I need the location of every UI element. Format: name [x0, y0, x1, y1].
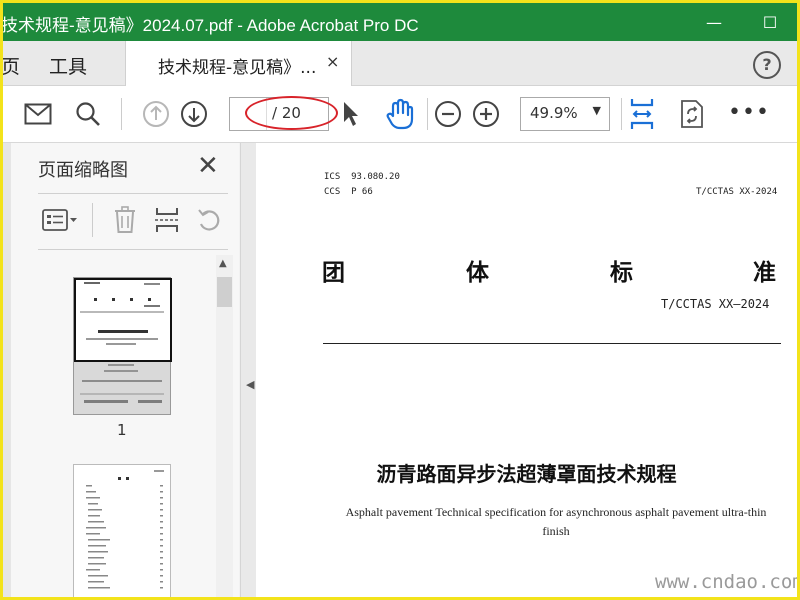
zoom-select[interactable]: 49.9% ▼ [520, 97, 610, 131]
panel-divider [38, 249, 228, 250]
document-tab[interactable]: 技术规程-意见稿》... × [125, 41, 352, 86]
zoom-out-icon[interactable] [433, 99, 463, 129]
minimize-button[interactable]: — [691, 3, 737, 41]
undo-icon[interactable] [195, 205, 223, 235]
panel-title: 页面缩略图 [38, 160, 128, 181]
thumbnail-options-icon[interactable] [41, 205, 79, 235]
chevron-down-icon: ▼ [592, 104, 601, 117]
fit-width-icon[interactable] [627, 96, 657, 132]
header-rule [323, 343, 781, 344]
thumbnail-page-label: 1 [117, 421, 127, 439]
page-thumbnail-2[interactable] [73, 464, 171, 597]
more-icon[interactable]: ••• [728, 100, 770, 125]
extract-pages-icon[interactable] [153, 205, 181, 235]
search-icon[interactable] [73, 99, 103, 129]
close-panel-icon[interactable]: ✕ [197, 151, 219, 181]
heading-char: 准 [753, 260, 776, 286]
ics-code: ICS 93.080.20 [324, 172, 400, 182]
zoom-value: 49.9% [530, 104, 578, 122]
app-window: 技术规程-意见稿》2024.07.pdf - Adobe Acrobat Pro… [0, 0, 800, 600]
heading-char: 体 [466, 260, 489, 286]
prev-page-icon[interactable] [141, 99, 171, 129]
panel-divider [38, 193, 228, 194]
tab-tools[interactable]: 工具 [49, 52, 87, 79]
scroll-up-icon[interactable]: ▲ [219, 258, 227, 269]
delete-icon[interactable] [111, 205, 139, 235]
toolbar-separator [427, 98, 428, 130]
thumbnail-viewport-box[interactable] [74, 278, 172, 362]
hand-tool-icon[interactable] [383, 96, 417, 132]
toolbar: / 20 49.9% ▼ ••• [3, 86, 797, 143]
select-cursor-icon[interactable] [339, 98, 363, 130]
standard-number: T/CCTAS XX—2024 [661, 297, 770, 311]
toolbar-separator [621, 98, 622, 130]
thumbnail-shade [74, 360, 170, 414]
heading-char: 标 [610, 260, 633, 286]
document-tab-label: 技术规程-意见稿》... [158, 58, 317, 78]
heading-char: 团 [322, 260, 345, 286]
collapse-panel-icon[interactable]: ◀ [246, 378, 254, 391]
side-panel-handle[interactable] [3, 143, 11, 597]
tab-bar: 页 工具 技术规程-意见稿》... × [3, 41, 797, 86]
standard-code-top: T/CCTAS XX-2024 [696, 187, 778, 197]
zoom-in-icon[interactable] [471, 99, 501, 129]
help-icon[interactable]: ? [753, 51, 781, 79]
tab-home[interactable]: 页 [3, 52, 20, 79]
document-title-en: Asphalt pavement Technical specification… [345, 505, 767, 538]
scrollbar-thumb[interactable] [217, 277, 232, 307]
watermark: www.cndao.com [655, 571, 800, 593]
close-tab-icon[interactable]: × [326, 52, 339, 71]
toolbar-separator [121, 98, 122, 130]
red-annotation-oval [245, 96, 338, 130]
page-thumbnail-1[interactable] [73, 277, 172, 415]
rotate-icon[interactable] [677, 97, 707, 131]
thumbnails-scrollbar[interactable]: ▲ [216, 255, 233, 597]
toolbar-separator [92, 203, 93, 237]
panel-toolbar [41, 203, 231, 237]
ccs-code: CCS P 66 [324, 187, 373, 197]
maximize-button[interactable]: ☐ [747, 3, 793, 41]
title-bar: 技术规程-意见稿》2024.07.pdf - Adobe Acrobat Pro… [3, 3, 797, 41]
document-page: ICS 93.080.20 CCS P 66 T/CCTAS XX-2024 团… [256, 143, 797, 597]
envelope-icon[interactable] [23, 100, 53, 128]
thumbnails-panel: 页面缩略图 ✕ ▲ 1 [11, 143, 239, 597]
panel-splitter[interactable]: ◀ [240, 143, 257, 597]
window-title: 技术规程-意见稿》2024.07.pdf - Adobe Acrobat Pro… [1, 16, 419, 35]
next-page-icon[interactable] [179, 99, 209, 129]
document-title-cn: 沥青路面异步法超薄罩面技术规程 [376, 462, 677, 486]
